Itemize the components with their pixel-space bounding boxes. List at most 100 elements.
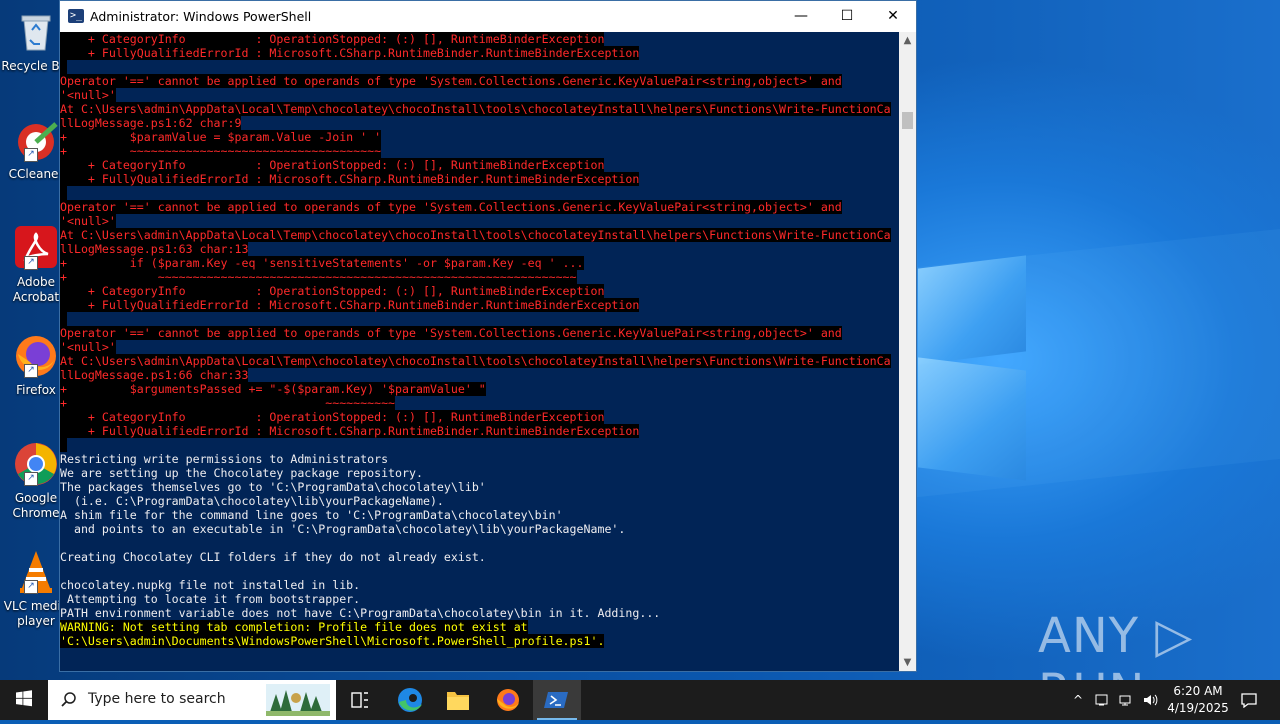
console-line: + $paramValue = $param.Value -Join ' ' [60,130,891,144]
wallpaper-logo-pane [918,357,1026,481]
error-text: + $argumentsPassed += "-$($param.Key) '$… [60,382,486,396]
volume-icon[interactable] [1142,692,1158,708]
error-text: + CategoryInfo : OperationStopped: (:) [… [60,158,605,172]
console-line: Operator '==' cannot be applied to opera… [60,326,891,340]
shortcut-arrow-icon: ↗ [24,256,38,270]
output-text: chocolatey.nupkg file not installed in l… [60,578,361,592]
error-text: '<null>' [60,214,116,228]
console-output[interactable]: + CategoryInfo : OperationStopped: (:) [… [60,32,900,671]
file-explorer-icon [447,692,469,710]
meet-now-icon[interactable] [1094,692,1110,708]
console-line [60,186,891,200]
error-text: Operator '==' cannot be applied to opera… [60,200,842,214]
console-line: + CategoryInfo : OperationStopped: (:) [… [60,158,891,172]
console-line: '<null>' [60,340,891,354]
error-text [60,438,67,452]
error-text: + if ($param.Key -eq 'sensitiveStatement… [60,256,584,270]
chrome-icon: ↗ [12,440,60,488]
powershell-icon [544,692,568,708]
error-text: At C:\Users\admin\AppData\Local\Temp\cho… [60,102,891,116]
task-view-icon [351,692,368,708]
console-lines: + CategoryInfo : OperationStopped: (:) [… [60,32,891,671]
search-highlight-image [266,684,330,716]
show-hidden-icons-chevron-icon[interactable]: ^ [1070,692,1086,708]
console-line: At C:\Users\admin\AppData\Local\Temp\cho… [60,102,891,116]
error-text: + CategoryInfo : OperationStopped: (:) [… [60,284,605,298]
edge-button[interactable] [386,680,434,720]
network-icon[interactable] [1118,692,1134,708]
error-text [60,60,67,74]
console-line: + $argumentsPassed += "-$($param.Key) '$… [60,382,891,396]
vlc-icon: ↗ [12,548,60,596]
prompt-line[interactable] [60,662,891,671]
error-text: Operator '==' cannot be applied to opera… [60,326,842,340]
console-line: llLogMessage.ps1:66 char:33 [60,368,891,382]
system-clock[interactable]: 6:20 AM 4/19/2025 [1160,683,1236,717]
taskbar: Type here to search ^ 6:20 AM 4/19/2025 [0,680,1280,720]
search-icon [61,692,76,707]
output-text: Creating Chocolatey CLI folders if they … [60,550,486,564]
console-line: + CategoryInfo : OperationStopped: (:) [… [60,410,891,424]
adobe-acrobat-icon: ↗ [12,224,60,272]
vertical-scrollbar[interactable]: ▲ ▼ [899,32,916,671]
console-line: At C:\Users\admin\AppData\Local\Temp\cho… [60,354,891,368]
console-line: '<null>' [60,88,891,102]
console-line [60,312,891,326]
console-line: WARNING: Not setting tab completion: Pro… [60,620,891,634]
windows-logo-icon [16,690,32,707]
title-bar[interactable]: >_ Administrator: Windows PowerShell — ☐… [60,1,916,32]
output-text: Attempting to locate it from bootstrappe… [60,592,361,606]
console-line: and points to an executable in 'C:\Progr… [60,522,891,536]
error-text: + FullyQualifiedErrorId : Microsoft.CSha… [60,298,640,312]
console-line: + FullyQualifiedErrorId : Microsoft.CSha… [60,424,891,438]
edge-icon [398,688,422,712]
shortcut-arrow-icon: ↗ [24,364,38,378]
console-line [60,60,891,74]
error-text: + ~~~~~~~~~~~~~~~~~~~~~~~~~~~~~~~~~~~~~~… [60,270,577,284]
console-line: PATH environment variable does not have … [60,606,891,620]
shortcut-arrow-icon: ↗ [24,580,38,594]
maximize-button[interactable]: ☐ [824,1,870,32]
console-line: + FullyQualifiedErrorId : Microsoft.CSha… [60,172,891,186]
console-line: We are setting up the Chocolatey package… [60,466,891,480]
start-button[interactable] [0,680,48,720]
file-explorer-button[interactable] [434,680,482,720]
console-line: Operator '==' cannot be applied to opera… [60,200,891,214]
console-line: llLogMessage.ps1:62 char:9 [60,116,891,130]
powershell-taskbar-button[interactable] [533,680,581,720]
error-text: Operator '==' cannot be applied to opera… [60,74,842,88]
search-box[interactable]: Type here to search [48,680,336,720]
close-button[interactable]: ✕ [870,1,916,32]
ccleaner-icon: ↗ [12,116,60,164]
console-line: chocolatey.nupkg file not installed in l… [60,578,891,592]
scroll-thumb[interactable] [902,112,913,129]
anyrun-watermark: ANY ▷ RUN [1038,608,1194,680]
error-text: At C:\Users\admin\AppData\Local\Temp\cho… [60,354,891,368]
notification-center-icon[interactable] [1240,692,1257,709]
console-line: '<null>' [60,214,891,228]
console-line: + if ($param.Key -eq 'sensitiveStatement… [60,256,891,270]
minimize-button[interactable]: — [778,1,824,32]
scroll-down-icon[interactable]: ▼ [899,654,916,671]
warning-text: 'C:\Users\admin\Documents\WindowsPowerSh… [60,634,605,648]
firefox-taskbar-button[interactable] [484,680,532,720]
output-text: PATH environment variable does not have … [60,606,661,620]
console-line: + ~~~~~~~~~~ [60,396,891,410]
powershell-window[interactable]: >_ Administrator: Windows PowerShell — ☐… [59,0,917,672]
task-view-button[interactable] [336,680,384,720]
console-line: Operator '==' cannot be applied to opera… [60,74,891,88]
console-line: A shim file for the command line goes to… [60,508,891,522]
console-line: + FullyQualifiedErrorId : Microsoft.CSha… [60,298,891,312]
firefox-icon [497,689,519,711]
shortcut-arrow-icon: ↗ [24,472,38,486]
console-line: At C:\Users\admin\AppData\Local\Temp\cho… [60,228,891,242]
window-title: Administrator: Windows PowerShell [90,9,312,24]
console-line: + CategoryInfo : OperationStopped: (:) [… [60,284,891,298]
powershell-icon: >_ [68,9,84,23]
error-text: + $paramValue = $param.Value -Join ' ' [60,130,382,144]
recycle-bin-icon [12,8,60,56]
error-text: llLogMessage.ps1:62 char:9 [60,116,242,130]
scroll-up-icon[interactable]: ▲ [899,32,916,49]
